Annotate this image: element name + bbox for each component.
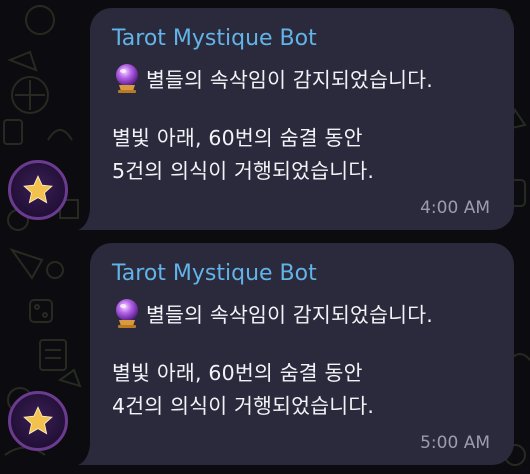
- message-text-line: 별들의 속삭임이 감지되었습니다.: [146, 303, 433, 327]
- star-icon: [23, 406, 53, 435]
- bot-avatar[interactable]: [8, 391, 68, 451]
- message-row: Tarot Mystique Bot 별들의 속삭임이 감지되었습니다. 별빛 …: [0, 243, 530, 465]
- star-icon: [23, 175, 53, 204]
- sender-name[interactable]: Tarot Mystique Bot: [112, 26, 317, 51]
- bubble-tail: [78, 210, 102, 230]
- chat-window: Tarot Mystique Bot 별들의 속삭임이 감지되었습니다. 별빛 …: [0, 0, 530, 474]
- message-text-line: 별들의 속삭임이 감지되었습니다.: [146, 68, 433, 92]
- bot-avatar[interactable]: [8, 160, 68, 220]
- message-text-line: 별빛 아래, 60번의 숨결 동안: [112, 126, 363, 150]
- crystal-ball-icon: [116, 299, 138, 328]
- message-text-line: 5건의 의식이 거행되었습니다.: [112, 159, 375, 183]
- message-text-line: 별빛 아래, 60번의 숨결 동안: [112, 361, 363, 385]
- message-timestamp: 5:00 AM: [420, 433, 490, 453]
- message-timestamp: 4:00 AM: [420, 198, 490, 218]
- bubble-tail: [78, 445, 102, 465]
- sender-name[interactable]: Tarot Mystique Bot: [112, 261, 317, 286]
- message-bubble[interactable]: Tarot Mystique Bot 별들의 속삭임이 감지되었습니다. 별빛 …: [78, 8, 514, 230]
- message-bubble[interactable]: Tarot Mystique Bot 별들의 속삭임이 감지되었습니다. 별빛 …: [78, 243, 514, 465]
- crystal-ball-icon: [116, 64, 138, 93]
- message-row: Tarot Mystique Bot 별들의 속삭임이 감지되었습니다. 별빛 …: [0, 8, 530, 230]
- message-text-line: 4건의 의식이 거행되었습니다.: [112, 394, 375, 418]
